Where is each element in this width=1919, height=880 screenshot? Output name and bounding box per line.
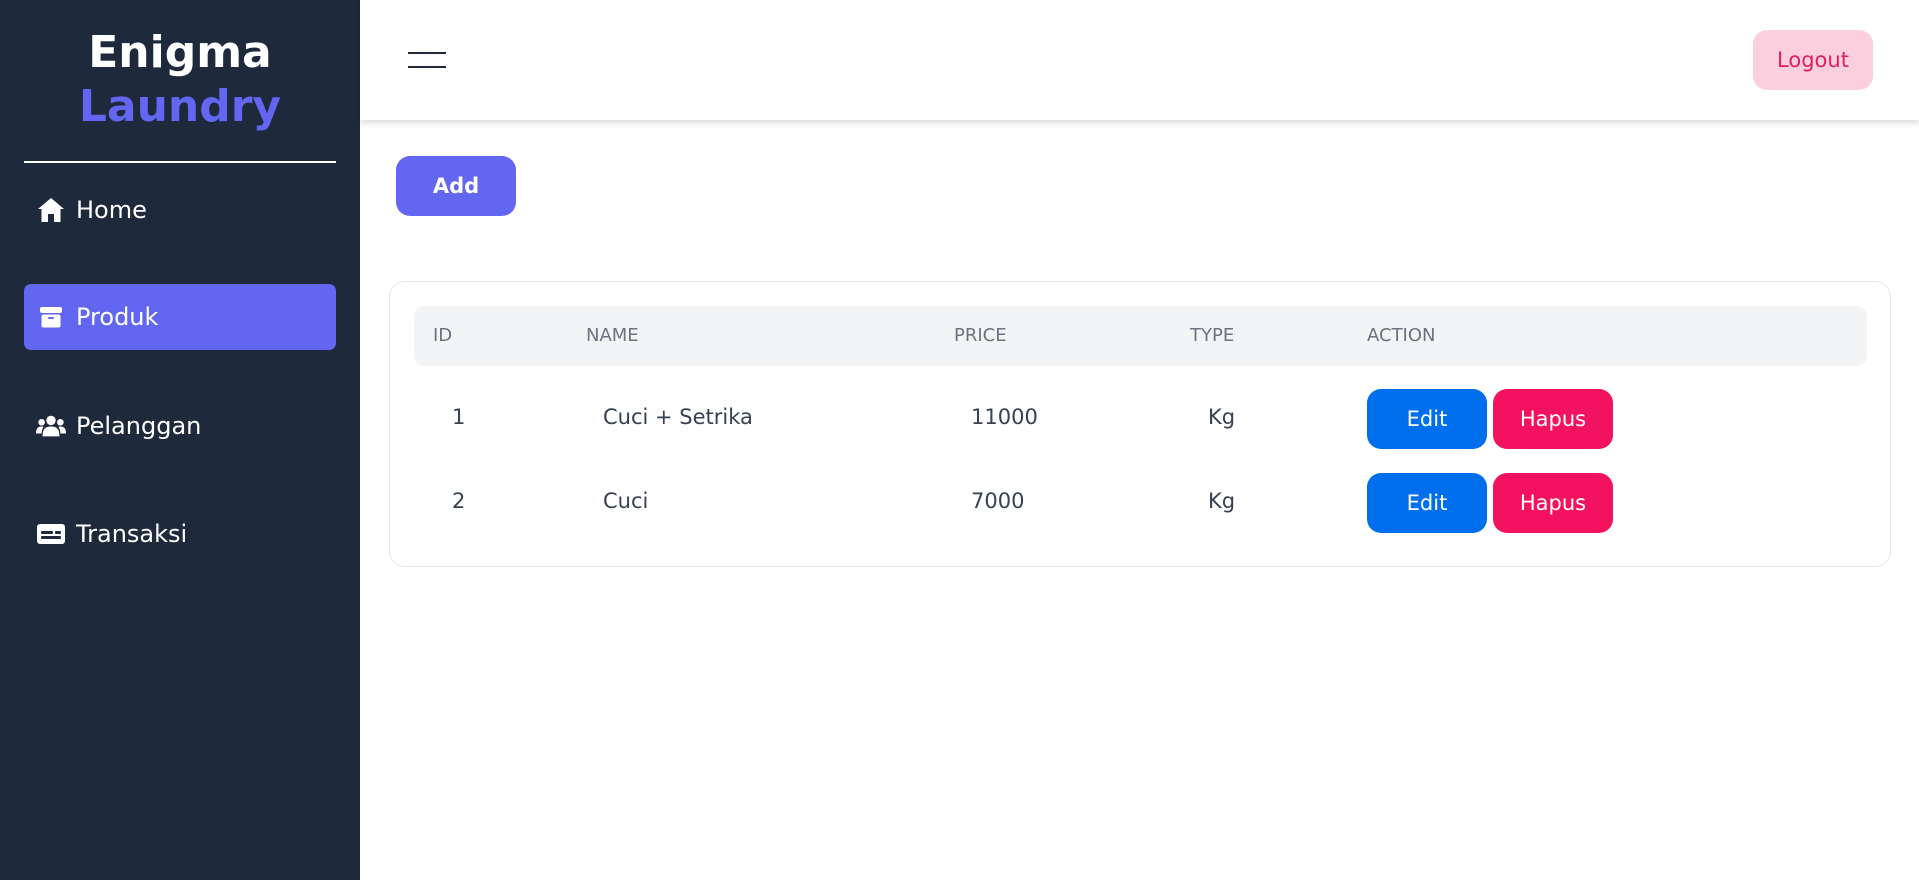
edit-button[interactable]: Edit: [1367, 389, 1487, 449]
brand-name-line1: Enigma: [88, 27, 272, 78]
sidebar-item-produk[interactable]: Produk: [24, 284, 336, 350]
table-header: ID NAME PRICE TYPE ACTION: [414, 306, 1867, 366]
home-icon: [36, 195, 66, 225]
add-button[interactable]: Add: [396, 156, 516, 216]
sidebar-item-label: Transaksi: [76, 520, 188, 548]
column-header-name: NAME: [586, 325, 639, 346]
delete-button[interactable]: Hapus: [1493, 389, 1613, 449]
sidebar-item-label: Pelanggan: [76, 412, 202, 440]
cell-id: 1: [452, 405, 466, 429]
logout-button[interactable]: Logout: [1753, 30, 1873, 90]
table-row: 2 Cuci 7000 Kg Edit Hapus: [390, 470, 1892, 533]
product-table-card: ID NAME PRICE TYPE ACTION 1 Cuci + Setri…: [389, 281, 1891, 567]
sidebar-item-home[interactable]: Home: [24, 177, 336, 243]
column-header-id: ID: [433, 325, 453, 346]
column-header-type: TYPE: [1190, 325, 1235, 346]
cell-price: 7000: [971, 489, 1025, 513]
box-icon: [36, 302, 66, 332]
brand-name-line2: Laundry: [78, 81, 282, 132]
sidebar-item-label: Produk: [76, 303, 159, 331]
top-header: Logout: [360, 0, 1919, 120]
cell-type: Kg: [1208, 405, 1236, 429]
users-icon: [36, 411, 66, 441]
column-header-action: ACTION: [1367, 325, 1436, 346]
table-row: 1 Cuci + Setrika 11000 Kg Edit Hapus: [390, 386, 1892, 449]
id-card-icon: [36, 519, 66, 549]
delete-button[interactable]: Hapus: [1493, 473, 1613, 533]
cell-price: 11000: [971, 405, 1038, 429]
sidebar-item-label: Home: [76, 196, 147, 224]
cell-name: Cuci + Setrika: [603, 405, 753, 429]
sidebar-item-pelanggan[interactable]: Pelanggan: [24, 393, 336, 459]
cell-id: 2: [452, 489, 466, 513]
brand-logo: Enigma Laundry: [0, 26, 360, 134]
edit-button[interactable]: Edit: [1367, 473, 1487, 533]
sidebar: Enigma Laundry Home Produk Pelanggan Tra…: [0, 0, 360, 880]
cell-name: Cuci: [603, 489, 649, 513]
brand-divider: [24, 161, 336, 163]
cell-type: Kg: [1208, 489, 1236, 513]
hamburger-icon[interactable]: [408, 49, 446, 71]
sidebar-item-transaksi[interactable]: Transaksi: [24, 501, 336, 567]
column-header-price: PRICE: [954, 325, 1007, 346]
